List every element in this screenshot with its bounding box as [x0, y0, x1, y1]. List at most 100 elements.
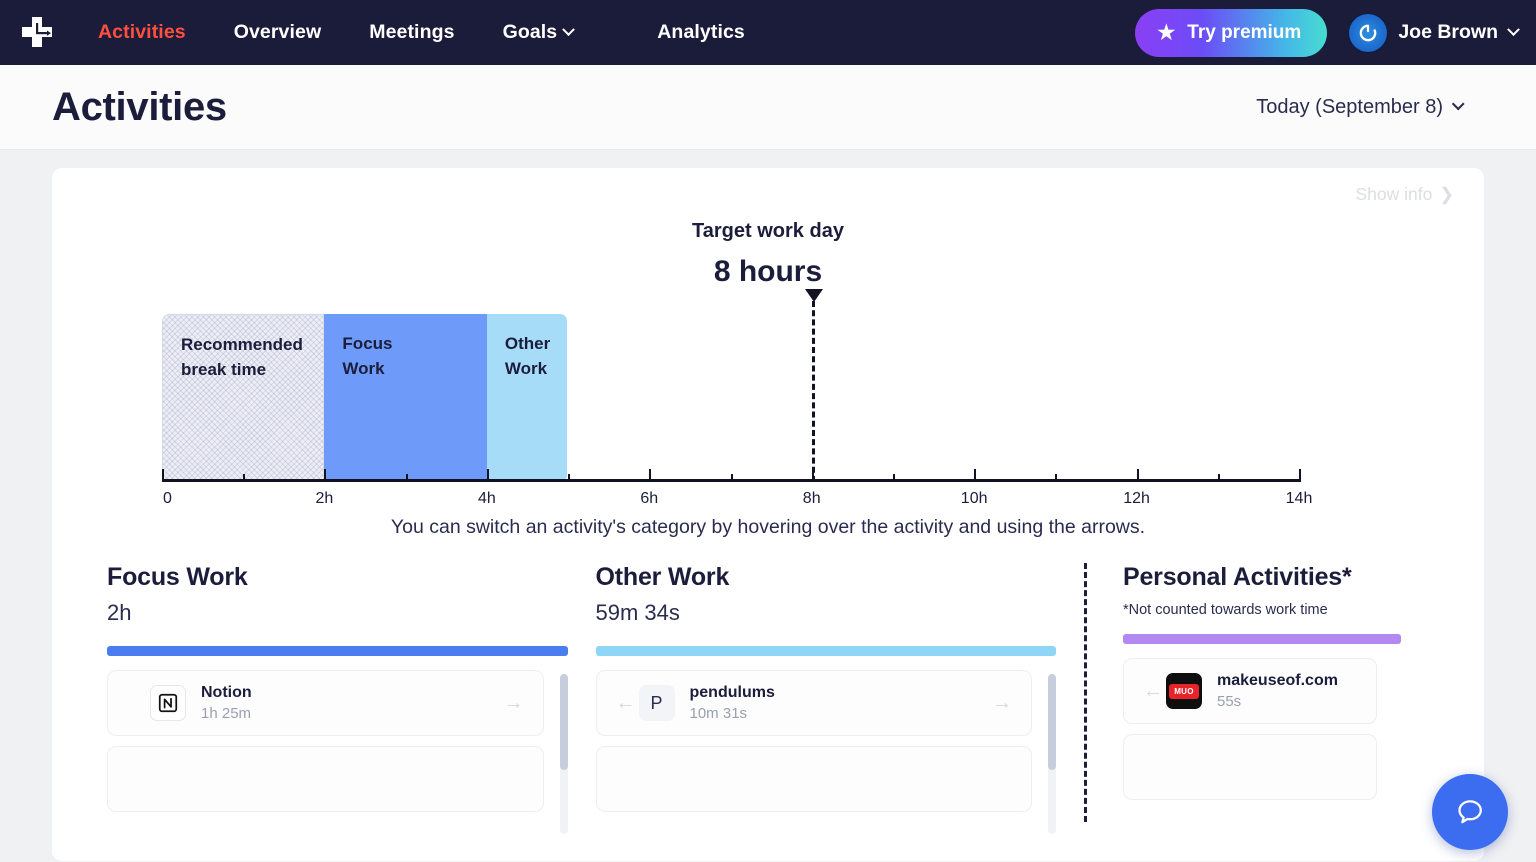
nav-link-meetings[interactable]: Meetings [345, 21, 478, 44]
column-color-bar [595, 646, 1056, 656]
chat-bubble-icon [1458, 800, 1482, 824]
date-range-picker[interactable]: Today (September 8) [1256, 95, 1465, 119]
axis-tick-label: 0 [163, 490, 172, 507]
activity-name: Notion [201, 684, 252, 701]
top-navbar: Activities Overview Meetings Goals Analy… [0, 0, 1536, 65]
activity-list-scrollbar[interactable] [1048, 674, 1056, 834]
axis-tick-label: 12h [1123, 490, 1150, 507]
triangle-down-marker-icon [805, 289, 824, 302]
star-icon: ★ [1157, 21, 1176, 44]
activity-row-text: Notion 1h 25m [201, 684, 252, 722]
axis-tick [649, 469, 652, 482]
axis-tick [892, 474, 895, 482]
target-work-day-block: Target work day 8 hours [52, 168, 1484, 289]
axis-tick [405, 474, 408, 482]
axis-tick-label: 4h [477, 490, 496, 507]
timeline-segment-label: Recommended break time [181, 335, 303, 379]
scrollbar-thumb[interactable] [1048, 674, 1056, 770]
activity-duration: 1h 25m [201, 705, 252, 722]
user-menu[interactable]: Joe Brown [1349, 13, 1520, 52]
muo-badge-label: MUO [1169, 683, 1199, 699]
activity-row[interactable] [595, 746, 1032, 812]
activity-duration: 10m 31s [689, 705, 748, 722]
timeline-plot-area: Recommended break time Focus Work Other Wo… [162, 289, 1312, 507]
activity-name: pendulums [689, 684, 775, 701]
try-premium-button[interactable]: ★ Try premium [1135, 8, 1328, 57]
column-title: Other Work [595, 563, 730, 591]
column-total-time: 59m 34s [595, 600, 680, 625]
axis-tick [486, 469, 489, 482]
column-color-bar [107, 646, 568, 656]
chevron-down-icon [1451, 97, 1465, 110]
move-right-arrow-icon[interactable]: → [501, 693, 527, 713]
axis-tick [162, 469, 164, 482]
activity-row[interactable] [1123, 734, 1377, 800]
nav-link-goals[interactable]: Goals [479, 21, 598, 44]
nav-link-label: Meetings [369, 21, 455, 43]
axis-tick [568, 474, 571, 482]
activity-list: ←Notion1h 25m→ [107, 670, 568, 834]
axis-tick [243, 474, 246, 482]
activity-row-text: makeuseof.com 55s [1217, 672, 1338, 710]
axis-tick [974, 469, 977, 482]
page-title: Activities [52, 84, 227, 129]
column-footnote: *Not counted towards work time [1123, 602, 1328, 618]
activity-list-scrollbar[interactable] [559, 674, 568, 834]
muo-icon: MUO [1166, 673, 1202, 709]
axis-tick [324, 469, 327, 482]
nav-links: Activities Overview Meetings Goals Analy… [74, 21, 769, 44]
chevron-down-icon [562, 23, 576, 37]
activity-columns: Focus Work 2h ← Notion 1h 25m → Other Work 59m … [52, 563, 1484, 834]
axis-tick [1055, 474, 1058, 482]
target-label: Target work day [692, 220, 844, 242]
timeline-segment-focus-work: Focus Work [324, 314, 487, 482]
column-color-bar [1123, 634, 1401, 644]
axis-tick [1136, 469, 1139, 482]
nav-link-analytics[interactable]: Analytics [633, 21, 769, 44]
chevron-down-icon [1507, 23, 1520, 37]
page-header: Activities Today (September 8) [0, 65, 1536, 150]
activity-row[interactable]: ←Notion1h 25m→ [107, 670, 544, 736]
activity-name: makeuseof.com [1217, 672, 1338, 689]
activity-column-personal: Personal Activities* *Not counted towards… [1084, 563, 1429, 822]
target-marker-line [805, 289, 824, 482]
user-name-label: Joe Brown [1398, 21, 1498, 43]
nav-link-label: Overview [233, 21, 322, 43]
axis-tick-label: 2h [315, 490, 334, 507]
notion-icon [150, 685, 186, 721]
date-range-label: Today (September 8) [1256, 95, 1443, 118]
column-title: Personal Activities* [1123, 563, 1352, 591]
timeline-segment-label: Focus Work [342, 334, 393, 378]
column-title: Focus Work [107, 563, 248, 591]
app-logo-icon[interactable] [14, 10, 60, 56]
target-value: 8 hours [713, 255, 823, 288]
move-left-arrow-icon[interactable]: ← [1140, 681, 1166, 701]
axis-tick [1217, 474, 1220, 482]
scrollbar-thumb[interactable] [559, 674, 568, 770]
axis-tick-label: 10h [960, 490, 988, 507]
axis-tick [1299, 469, 1301, 482]
letter-avatar-icon: P [638, 685, 675, 721]
activity-row[interactable]: ← MUO makeuseof.com 55s [1123, 658, 1377, 724]
axis-tick-label: 14h [1285, 490, 1313, 507]
activity-column-focus: Focus Work2h←Notion1h 25m→ [107, 563, 596, 834]
move-right-arrow-icon[interactable]: → [989, 693, 1015, 713]
help-chat-button[interactable] [1432, 774, 1508, 850]
activity-list: ← MUO makeuseof.com 55s [1123, 658, 1401, 800]
axis-tick [730, 474, 733, 482]
timeline-segment-other-work: Other Work [486, 314, 568, 482]
nav-link-overview[interactable]: Overview [210, 21, 346, 44]
activity-row[interactable]: ← Ppendulums 10m 31s → [595, 670, 1032, 736]
try-premium-label: Try premium [1187, 21, 1302, 43]
avatar [1349, 13, 1388, 52]
axis-tick-label: 8h [802, 490, 821, 507]
main-stage: Show info ❯ Target work day 8 hours Reco… [0, 150, 1536, 861]
activity-row-text: pendulums 10m 31s [690, 684, 775, 722]
activity-row[interactable] [107, 746, 544, 812]
move-left-arrow-icon[interactable]: ← [613, 693, 639, 713]
nav-link-label: Analytics [657, 21, 745, 43]
nav-link-activities[interactable]: Activities [74, 21, 210, 44]
show-info-button[interactable]: Show info ❯ [1355, 184, 1454, 205]
column-total-time: 2h [107, 600, 132, 625]
activity-column-other: Other Work 59m 34s ← Ppendulums 10m 31s → [595, 563, 1085, 834]
